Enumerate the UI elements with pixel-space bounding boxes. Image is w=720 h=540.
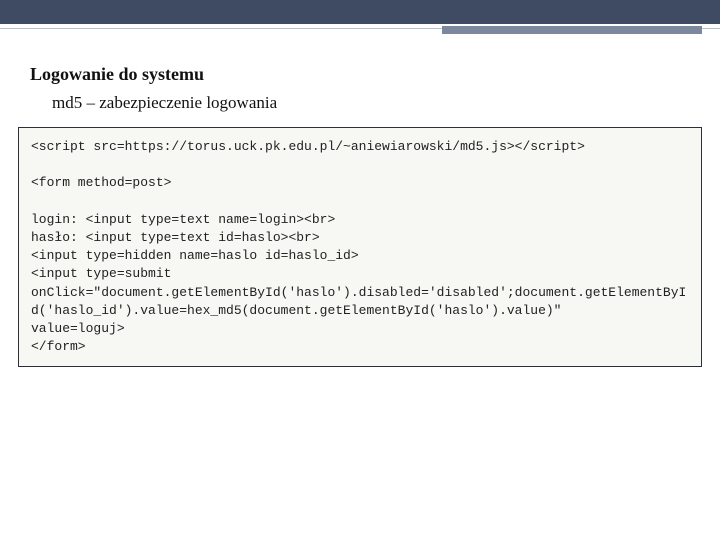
code-line: login: <input type=text name=login><br> [31,212,335,227]
code-line: onClick="document.getElementById('haslo'… [31,285,686,318]
slide-top-bar [0,0,720,24]
code-line: value=loguj> [31,321,125,336]
page-title: Logowanie do systemu [30,64,720,85]
slide-decoration [0,26,720,36]
code-line: </form> [31,339,86,354]
code-line: hasło: <input type=text id=haslo><br> [31,230,320,245]
page-subtitle: md5 – zabezpieczenie logowania [52,93,720,113]
code-block: <script src=https://torus.uck.pk.edu.pl/… [18,127,702,367]
code-line: <script src=https://torus.uck.pk.edu.pl/… [31,139,585,154]
code-line: <input type=submit [31,266,171,281]
code-line: <form method=post> [31,175,171,190]
code-line: <input type=hidden name=haslo id=haslo_i… [31,248,359,263]
